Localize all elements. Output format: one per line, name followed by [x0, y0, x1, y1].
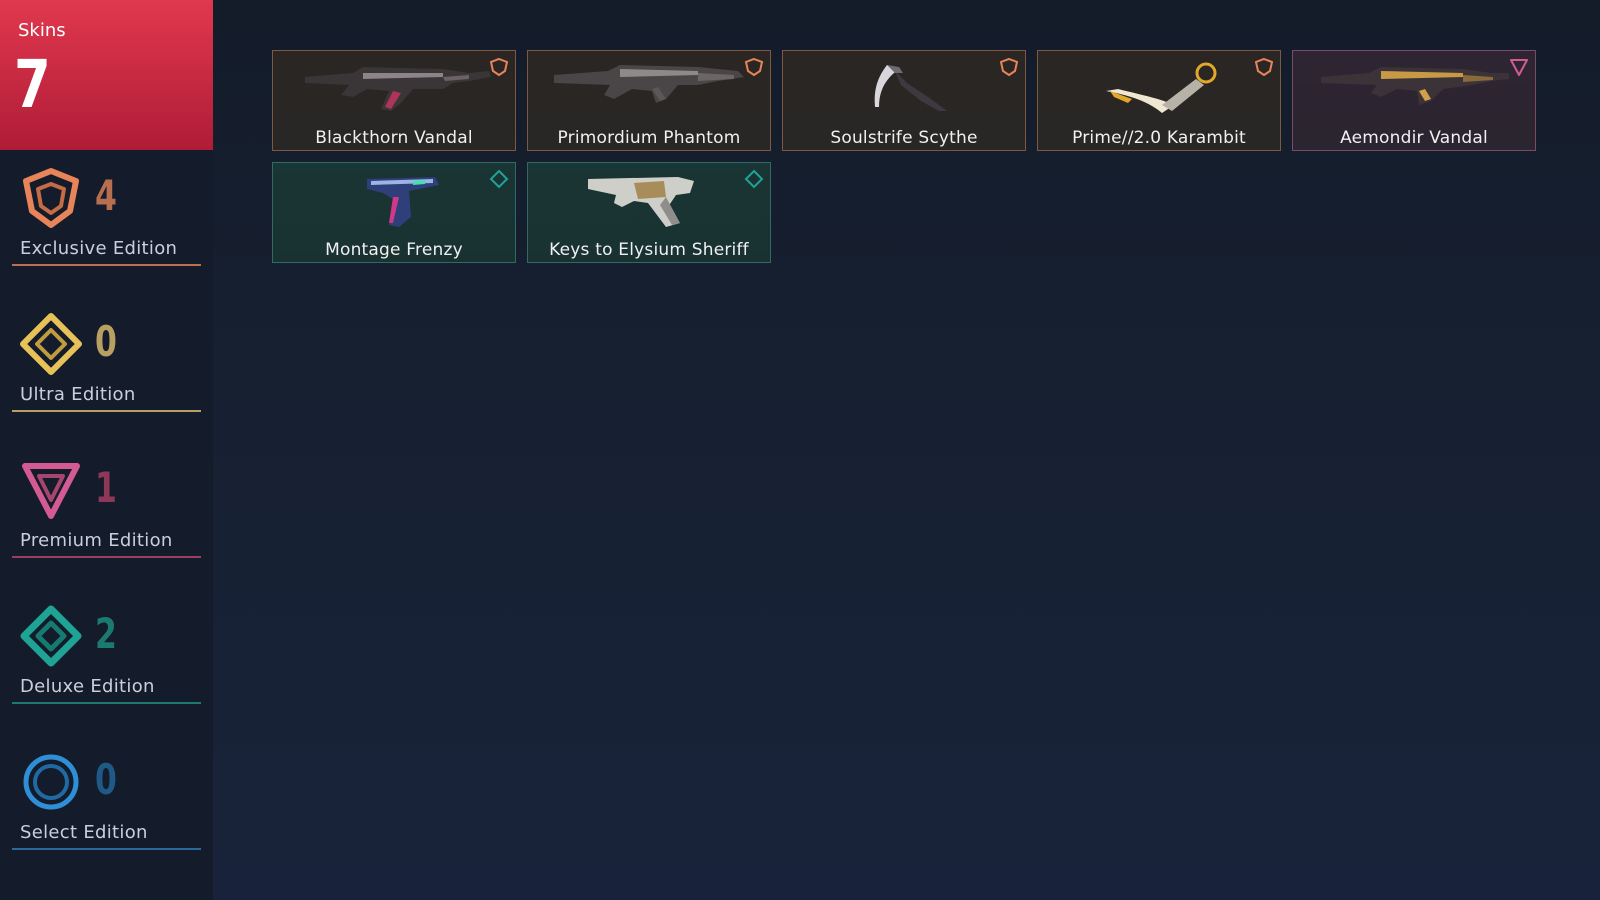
deluxe-edition-icon — [744, 169, 764, 189]
collection-screen: Skins 7 4 Exclusive Edition 0 Ultra Edit… — [0, 0, 1600, 900]
sidebar: Skins 7 4 Exclusive Edition 0 Ultra Edit… — [0, 0, 213, 900]
tier-filter-select[interactable]: 0 Select Edition — [0, 751, 213, 861]
exclusive-edition-icon — [489, 57, 509, 77]
skin-card[interactable]: Prime//2.0 Karambit — [1037, 50, 1281, 151]
tier-name-premium: Premium Edition — [20, 530, 173, 551]
premium-edition-icon — [1510, 59, 1528, 76]
skin-name: Prime//2.0 Karambit — [1072, 128, 1246, 148]
tier-filter-exclusive[interactable]: 4 Exclusive Edition — [0, 167, 213, 277]
skin-card[interactable]: Blackthorn Vandal — [272, 50, 516, 151]
skin-card[interactable]: Keys to Elysium Sheriff — [527, 162, 771, 263]
skin-card[interactable]: Montage Frenzy — [272, 162, 516, 263]
tier-underline-exclusive — [12, 264, 201, 266]
tier-count-premium: 1 — [95, 463, 117, 512]
tier-count-deluxe: 2 — [95, 609, 117, 658]
revolver-icon — [588, 177, 694, 227]
total-skins-label: Skins — [18, 20, 66, 41]
exclusive-edition-icon — [999, 57, 1019, 77]
select-edition-icon — [23, 754, 79, 810]
exclusive-edition-icon — [1254, 57, 1274, 77]
tier-underline-premium — [12, 556, 201, 558]
tier-name-ultra: Ultra Edition — [20, 384, 136, 405]
rifle-icon — [305, 67, 491, 111]
deluxe-edition-icon — [20, 605, 82, 667]
scythe-icon — [874, 65, 947, 111]
skin-name: Montage Frenzy — [325, 240, 463, 260]
skin-name: Soulstrife Scythe — [830, 128, 978, 148]
karambit-icon — [1106, 62, 1217, 113]
exclusive-edition-icon — [23, 168, 79, 228]
skin-name: Blackthorn Vandal — [315, 128, 473, 148]
tier-count-exclusive: 4 — [95, 171, 117, 220]
tier-name-select: Select Edition — [20, 822, 148, 843]
tier-name-deluxe: Deluxe Edition — [20, 676, 155, 697]
pistol-icon — [367, 177, 439, 227]
tier-underline-ultra — [12, 410, 201, 412]
tier-count-ultra: 0 — [95, 317, 117, 366]
skin-card[interactable]: Aemondir Vandal — [1292, 50, 1536, 151]
skin-name: Keys to Elysium Sheriff — [549, 240, 749, 260]
tier-filter-deluxe[interactable]: 2 Deluxe Edition — [0, 605, 213, 715]
tier-underline-deluxe — [12, 702, 201, 704]
tier-count-select: 0 — [95, 755, 117, 804]
skin-name: Aemondir Vandal — [1340, 128, 1488, 148]
deluxe-edition-icon — [489, 169, 509, 189]
rifle-icon — [1321, 67, 1509, 105]
rifle-icon — [554, 65, 744, 103]
tier-filter-premium[interactable]: 1 Premium Edition — [0, 459, 213, 569]
ultra-edition-icon — [20, 313, 82, 375]
skin-card[interactable]: Primordium Phantom — [527, 50, 771, 151]
total-skins-count: 7 — [14, 46, 51, 123]
tier-filter-ultra[interactable]: 0 Ultra Edition — [0, 313, 213, 423]
total-skins-card[interactable]: Skins 7 — [0, 0, 213, 150]
skin-card[interactable]: Soulstrife Scythe — [782, 50, 1026, 151]
exclusive-edition-icon — [744, 57, 764, 77]
tier-name-exclusive: Exclusive Edition — [20, 238, 178, 259]
premium-edition-icon — [22, 463, 80, 519]
skin-name: Primordium Phantom — [557, 128, 741, 148]
tier-underline-select — [12, 848, 201, 850]
